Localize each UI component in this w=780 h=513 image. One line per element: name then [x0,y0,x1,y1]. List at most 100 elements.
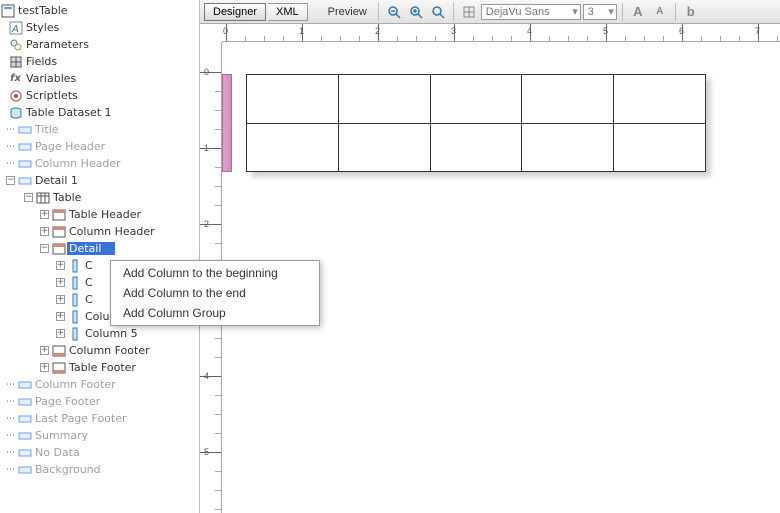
column-footer2-label: Column Footer [33,378,116,391]
tree-parameters[interactable]: Parameters [0,36,199,53]
column-footer-label: Column Footer [67,344,150,357]
summary-label: Summary [33,429,88,442]
table-cell[interactable] [247,124,339,171]
section-icon [51,224,66,239]
title-label: Title [33,123,59,136]
table-row[interactable] [247,75,705,123]
zoom-in-icon[interactable] [406,2,426,22]
tree-table-column-header[interactable]: + Column Header [0,223,199,240]
tree-root[interactable]: testTable [0,2,199,19]
table-footer-label: Table Footer [67,361,136,374]
tree-column-footer[interactable]: + Column Footer [0,342,199,359]
tab-xml[interactable]: XML [268,3,308,21]
menu-add-column-group[interactable]: Add Column Group [111,303,319,323]
column-2-label: C [83,276,93,289]
collapse-icon[interactable]: − [6,176,15,185]
table-cell[interactable] [522,75,614,123]
context-menu[interactable]: Add Column to the beginning Add Column t… [110,260,320,326]
tree-last-page-footer[interactable]: ⋯ Last Page Footer [0,410,199,427]
zoom-fit-icon[interactable] [428,2,448,22]
collapse-icon[interactable]: − [40,244,49,253]
report-outline-tree[interactable]: testTable A Styles Parameters Fields fx … [0,0,200,513]
expand-icon[interactable]: + [40,346,49,355]
table-row[interactable] [247,123,705,171]
fields-icon [8,54,23,69]
tree-no-data[interactable]: ⋯ No Data [0,444,199,461]
snap-icon[interactable] [459,2,479,22]
table-column-header-label: Column Header [67,225,155,238]
font-family-select[interactable]: DejaVu Sans [481,4,581,20]
tree-title-band[interactable]: ⋯ Title [0,121,199,138]
tree-background[interactable]: ⋯ Background [0,461,199,478]
column-5-label: Column 5 [83,327,138,340]
expand-icon[interactable]: + [56,278,65,287]
band-icon [17,445,32,460]
collapse-icon[interactable]: − [24,193,33,202]
tab-designer[interactable]: Designer [204,3,266,21]
tree-column-5[interactable]: + Column 5 [0,325,199,342]
font-increase-icon[interactable]: A [628,2,648,22]
tree-column-footer-band[interactable]: ⋯ Column Footer [0,376,199,393]
section-icon [51,207,66,222]
tree-detail-selected[interactable]: − Detail [0,240,199,257]
expand-icon[interactable]: + [56,295,65,304]
expander-icon: ⋯ [4,429,17,442]
expand-icon[interactable]: + [56,261,65,270]
band-icon [17,377,32,392]
band-icon [17,122,32,137]
expand-icon[interactable]: + [40,363,49,372]
tree-detail1[interactable]: − Detail 1 [0,172,199,189]
parameters-label: Parameters [24,38,89,51]
column-3-label: C [83,293,93,306]
tree-summary[interactable]: ⋯ Summary [0,427,199,444]
scriptlets-label: Scriptlets [24,89,78,102]
background-label: Background [33,463,101,476]
tree-scriptlets[interactable]: Scriptlets [0,87,199,104]
column-icon [67,292,82,307]
tree-page-footer[interactable]: ⋯ Page Footer [0,393,199,410]
tree-table-footer[interactable]: + Table Footer [0,359,199,376]
table-element[interactable] [246,74,706,172]
preview-label[interactable]: Preview [322,6,373,18]
column-icon [67,275,82,290]
report-icon [0,3,15,18]
table-cell[interactable] [339,75,431,123]
tree-fields[interactable]: Fields [0,53,199,70]
table-cell[interactable] [431,75,523,123]
column-1-label: C [83,259,93,272]
band-icon [17,173,32,188]
tree-column-header[interactable]: ⋯ Column Header [0,155,199,172]
band-marker[interactable] [222,74,232,172]
table-cell[interactable] [431,124,523,171]
font-size-select[interactable]: 3 [583,4,617,20]
menu-add-column-begin[interactable]: Add Column to the beginning [111,263,319,283]
column-icon [67,326,82,341]
table-icon [35,190,50,205]
expand-icon[interactable]: + [56,329,65,338]
section-icon [51,360,66,375]
expander-icon: ⋯ [4,140,17,153]
expander-icon: ⋯ [4,463,17,476]
expander-icon: ⋯ [4,446,17,459]
tree-dataset[interactable]: Table Dataset 1 [0,104,199,121]
tree-styles[interactable]: A Styles [0,19,199,36]
table-cell[interactable] [614,124,705,171]
table-cell[interactable] [522,124,614,171]
tree-variables[interactable]: fx Variables [0,70,199,87]
table-cell[interactable] [247,75,339,123]
expand-icon[interactable]: + [56,312,65,321]
expand-icon[interactable]: + [40,227,49,236]
expander-icon: ⋯ [4,395,17,408]
table-cell[interactable] [614,75,705,123]
tree-table[interactable]: − Table [0,189,199,206]
bold-icon[interactable]: b [681,2,701,22]
band-icon [17,156,32,171]
menu-add-column-end[interactable]: Add Column to the end [111,283,319,303]
table-cell[interactable] [339,124,431,171]
tree-table-header[interactable]: + Table Header [0,206,199,223]
expander-icon: ⋯ [4,157,17,170]
expand-icon[interactable]: + [40,210,49,219]
tree-page-header[interactable]: ⋯ Page Header [0,138,199,155]
zoom-out-icon[interactable] [384,2,404,22]
font-decrease-icon[interactable]: A [650,2,670,22]
